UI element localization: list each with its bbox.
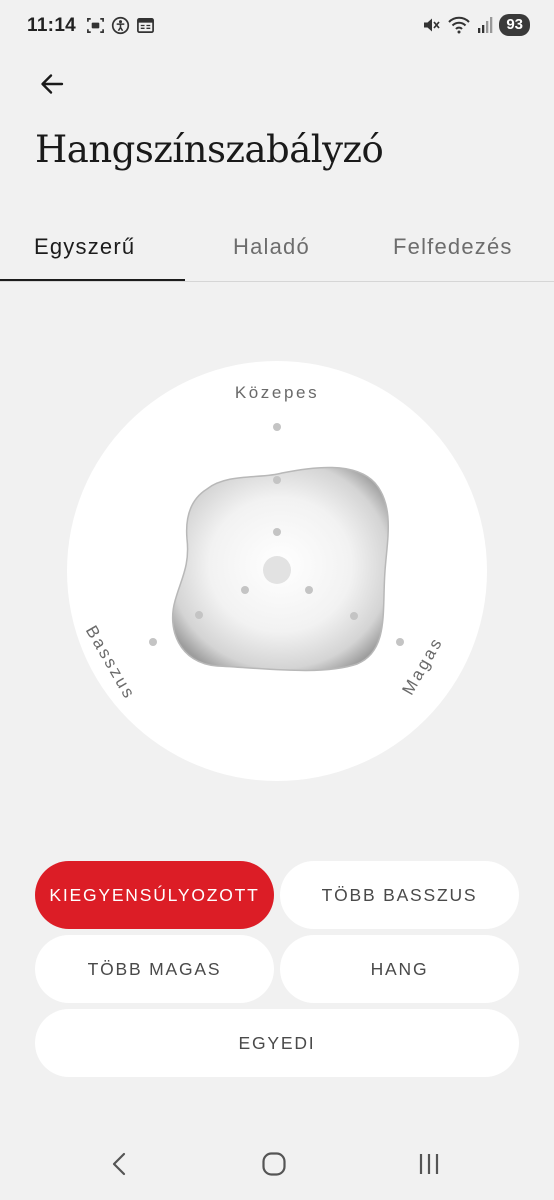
eq-point [195, 611, 203, 619]
arrow-left-icon [41, 74, 64, 94]
equalizer-graphic [149, 423, 404, 672]
eq-point [149, 638, 157, 646]
tab-felfedezes[interactable]: Felfedezés [393, 234, 513, 260]
tab-egyszeru[interactable]: Egyszerű [34, 234, 135, 260]
active-tab-indicator [0, 279, 185, 281]
tab-halado[interactable]: Haladó [233, 234, 310, 260]
preset-more-bass-button[interactable]: TÖBB BASSZUS [280, 861, 519, 929]
system-nav-bar [0, 1128, 554, 1200]
nav-back-icon [112, 1152, 126, 1176]
wifi-icon [448, 16, 471, 34]
eq-point [273, 476, 281, 484]
eq-point [305, 586, 313, 594]
eq-point [241, 586, 249, 594]
accessibility-icon [111, 16, 130, 35]
nav-recents-button[interactable] [399, 1142, 459, 1186]
status-bar: 11:14 93 [0, 0, 554, 52]
nav-back-button[interactable] [90, 1142, 150, 1186]
equalizer-pad[interactable]: Közepes Basszus Magas [67, 361, 487, 781]
preset-more-treble-button[interactable]: TÖBB MAGAS [35, 935, 274, 1003]
preset-custom-button[interactable]: EGYEDI [35, 1009, 519, 1077]
nav-home-button[interactable] [244, 1142, 304, 1186]
page-title: Hangszínszabályzó [35, 128, 384, 171]
eq-point [396, 638, 404, 646]
nav-recents-icon [419, 1154, 439, 1174]
eq-point [273, 528, 281, 536]
tab-bar: Egyszerű Haladó Felfedezés [0, 220, 554, 282]
eq-point [273, 423, 281, 431]
center-handle[interactable] [263, 556, 291, 584]
notification-card-icon [137, 17, 154, 34]
status-left-icons [86, 16, 155, 35]
nav-home-icon [262, 1152, 286, 1176]
preset-voice-button[interactable]: HANG [280, 935, 519, 1003]
battery-level: 93 [499, 14, 530, 36]
eq-point [350, 612, 358, 620]
back-button[interactable] [30, 64, 74, 104]
preset-balanced-button[interactable]: KIEGYENSÚLYOZOTT [35, 861, 274, 929]
status-right-icons: 93 [421, 14, 530, 36]
mute-icon [424, 18, 440, 32]
label-mid: Közepes [234, 383, 320, 402]
screenshot-icon [87, 17, 104, 34]
signal-icon [478, 17, 493, 33]
status-time: 11:14 [27, 15, 77, 36]
